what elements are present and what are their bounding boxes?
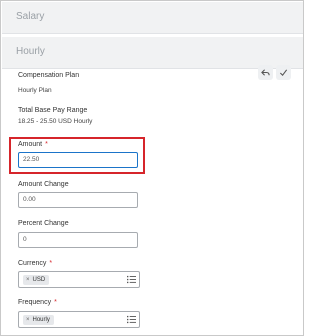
- salary-section-title: Salary: [16, 11, 45, 22]
- amount-change-input[interactable]: 0.00: [18, 192, 138, 208]
- checkmark-icon: [279, 69, 288, 77]
- frequency-remove-button[interactable]: ×: [26, 317, 30, 323]
- frequency-required-marker: *: [54, 299, 57, 306]
- frequency-label: Frequency *: [18, 299, 57, 306]
- amount-label-text: Amount: [18, 141, 43, 148]
- salary-section-header[interactable]: Salary: [2, 2, 303, 34]
- currency-select[interactable]: × USD: [18, 271, 140, 288]
- total-base-pay-range-label: Total Base Pay Range: [18, 107, 88, 114]
- amount-change-label: Amount Change: [18, 181, 69, 188]
- compensation-plan-value: Hourly Plan: [18, 87, 52, 94]
- currency-label-text: Currency: [18, 260, 47, 267]
- undo-icon: [261, 69, 270, 76]
- percent-change-label: Percent Change: [18, 220, 69, 227]
- frequency-select[interactable]: × Hourly: [18, 311, 140, 328]
- hourly-section-title: Hourly: [16, 46, 45, 57]
- compensation-plan-label: Compensation Plan: [18, 72, 80, 79]
- currency-selected-pill: × USD: [23, 275, 50, 285]
- hourly-section-header[interactable]: Hourly: [2, 37, 303, 69]
- currency-selected-value: USD: [32, 277, 46, 283]
- confirm-button[interactable]: [276, 65, 291, 80]
- amount-required-marker: *: [45, 141, 48, 148]
- currency-required-marker: *: [49, 260, 53, 267]
- amount-input[interactable]: 22.50: [18, 152, 138, 168]
- currency-remove-button[interactable]: ×: [26, 277, 30, 283]
- frequency-selected-value: Hourly: [32, 317, 50, 323]
- edit-compensation-panel: Salary Hourly Compensation Plan Hourly P…: [0, 0, 304, 336]
- currency-label: Currency *: [18, 260, 52, 267]
- list-icon[interactable]: [127, 315, 136, 324]
- undo-button[interactable]: [258, 65, 273, 80]
- frequency-label-text: Frequency: [18, 299, 52, 306]
- list-icon[interactable]: [127, 275, 136, 284]
- amount-label: Amount *: [18, 141, 48, 148]
- total-base-pay-range-value: 18.25 - 25.50 USD Hourly: [18, 118, 93, 125]
- percent-change-input[interactable]: 0: [18, 232, 138, 248]
- frequency-selected-pill: × Hourly: [23, 315, 54, 325]
